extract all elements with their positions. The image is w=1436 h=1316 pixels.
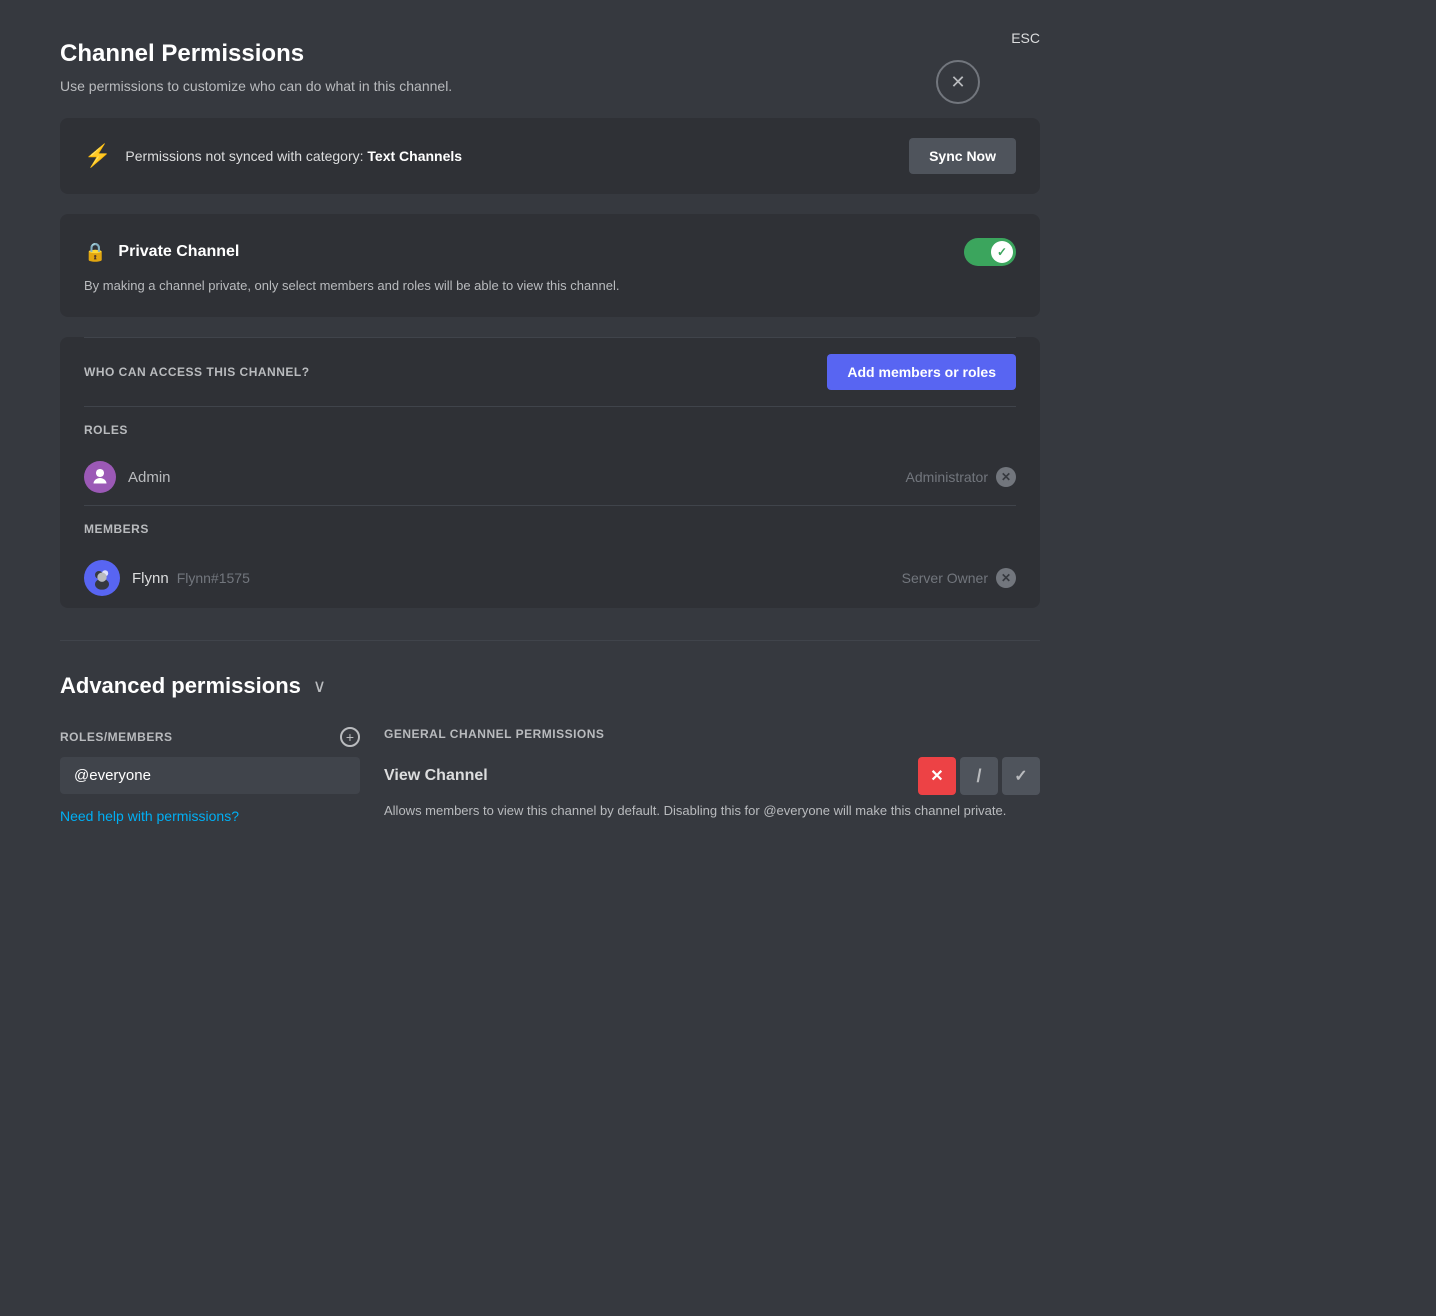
- close-button-wrapper: ✕ ESC: [1011, 30, 1040, 46]
- private-channel-card: 🔒 Private Channel ✓ By making a channel …: [60, 214, 1040, 317]
- lock-icon: 🔒: [84, 242, 106, 263]
- member-row: Flynn Flynn#1575 Server Owner ✕: [84, 548, 1016, 608]
- perm-deny-button[interactable]: ✕: [918, 757, 956, 795]
- role-admin-badge: Administrator: [906, 469, 988, 485]
- permission-description-view-channel: Allows members to view this channel by d…: [384, 801, 1040, 821]
- member-username: Flynn#1575: [177, 570, 250, 586]
- access-section: WHO CAN ACCESS THIS CHANNEL? Add members…: [84, 337, 1016, 608]
- help-link[interactable]: Need help with permissions?: [60, 808, 360, 824]
- main-container: ✕ ESC Channel Permissions Use permission…: [0, 0, 1100, 877]
- roles-section-label: ROLES: [84, 407, 1016, 449]
- toggle-track: ✓: [964, 238, 1016, 266]
- member-badge: Server Owner: [902, 570, 988, 586]
- sync-now-button[interactable]: Sync Now: [909, 138, 1016, 174]
- role-admin-icon: [84, 461, 116, 493]
- sync-banner-left: ⚡ Permissions not synced with category: …: [84, 143, 462, 169]
- member-left: Flynn Flynn#1575: [84, 560, 250, 596]
- roles-members-label: ROLES/MEMBERS +: [60, 727, 360, 747]
- member-avatar: [84, 560, 120, 596]
- roles-members-panel: ROLES/MEMBERS + @everyone Need help with…: [60, 727, 360, 837]
- sync-text-prefix: Permissions not synced with category:: [125, 148, 367, 164]
- member-display-name: Flynn: [132, 570, 169, 587]
- everyone-item[interactable]: @everyone: [60, 757, 360, 794]
- access-label: WHO CAN ACCESS THIS CHANNEL?: [84, 365, 310, 379]
- perm-neutral-button[interactable]: /: [960, 757, 998, 795]
- sync-category-name: Text Channels: [367, 148, 462, 164]
- page-title: Channel Permissions: [60, 40, 1040, 68]
- advanced-permissions-chevron[interactable]: ∨: [313, 676, 326, 697]
- close-button[interactable]: ✕: [936, 60, 980, 104]
- member-names: Flynn Flynn#1575: [132, 570, 250, 587]
- role-admin-name: Admin: [128, 469, 171, 486]
- toggle-check-icon: ✓: [997, 245, 1007, 259]
- private-channel-toggle[interactable]: ✓: [964, 238, 1016, 266]
- toggle-thumb: ✓: [991, 241, 1013, 263]
- close-icon: ✕: [950, 73, 965, 91]
- members-section-label: MEMBERS: [84, 506, 1016, 548]
- esc-label: ESC: [1011, 30, 1040, 46]
- private-channel-label: Private Channel: [118, 243, 239, 261]
- role-row: Admin Administrator ✕: [84, 449, 1016, 505]
- sync-banner: ⚡ Permissions not synced with category: …: [60, 118, 1040, 194]
- perm-allow-button[interactable]: ✓: [1002, 757, 1040, 795]
- permissions-panel: GENERAL CHANNEL PERMISSIONS View Channel…: [384, 727, 1040, 837]
- remove-role-admin-button[interactable]: ✕: [996, 467, 1016, 487]
- advanced-permissions-header: Advanced permissions ∨: [60, 673, 1040, 699]
- permission-buttons-view-channel: ✕ / ✓: [918, 757, 1040, 795]
- add-role-icon: +: [346, 729, 354, 745]
- access-header: WHO CAN ACCESS THIS CHANNEL? Add members…: [84, 337, 1016, 406]
- page-subtitle: Use permissions to customize who can do …: [60, 78, 1040, 94]
- member-right: Server Owner ✕: [902, 568, 1016, 588]
- permissions-card: WHO CAN ACCESS THIS CHANNEL? Add members…: [60, 337, 1040, 608]
- general-channel-permissions-label: GENERAL CHANNEL PERMISSIONS: [384, 727, 1040, 741]
- permission-row-header: View Channel ✕ / ✓: [384, 757, 1040, 795]
- private-channel-header: 🔒 Private Channel ✓: [84, 238, 1016, 266]
- remove-member-button[interactable]: ✕: [996, 568, 1016, 588]
- add-members-button[interactable]: Add members or roles: [827, 354, 1016, 390]
- add-role-member-button[interactable]: +: [340, 727, 360, 747]
- roles-members-label-text: ROLES/MEMBERS: [60, 730, 173, 744]
- everyone-label: @everyone: [74, 767, 151, 784]
- advanced-permissions-title: Advanced permissions: [60, 673, 301, 699]
- advanced-permissions-content: ROLES/MEMBERS + @everyone Need help with…: [60, 727, 1040, 837]
- role-left: Admin: [84, 461, 171, 493]
- private-channel-description: By making a channel private, only select…: [84, 278, 1016, 293]
- permission-name-view-channel: View Channel: [384, 767, 488, 785]
- permission-row-view-channel: View Channel ✕ / ✓ Allows members to vie…: [384, 757, 1040, 821]
- private-channel-title: 🔒 Private Channel: [84, 242, 239, 263]
- sync-warning-icon: ⚡: [84, 143, 111, 169]
- sync-text: Permissions not synced with category: Te…: [125, 148, 462, 164]
- role-right: Administrator ✕: [906, 467, 1016, 487]
- main-divider: [60, 640, 1040, 641]
